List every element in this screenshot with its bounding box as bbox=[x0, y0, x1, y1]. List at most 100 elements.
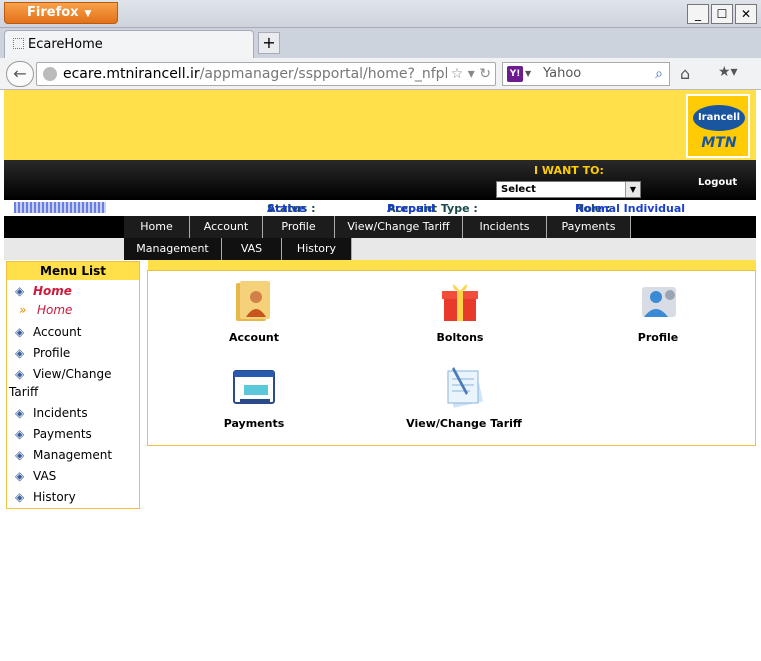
sidebar-item-profile[interactable]: ◈ Profile bbox=[15, 346, 70, 360]
url-host: ecare.mtnirancell.ir bbox=[63, 66, 200, 82]
firefox-button-label: Firefox bbox=[27, 5, 79, 20]
url-bar[interactable]: ecare.mtnirancell.ir/appmanager/sspporta… bbox=[36, 62, 496, 86]
menu-payments[interactable]: Payments bbox=[547, 216, 631, 238]
top-action-bar: I WANT TO: Select ▼ Logout bbox=[4, 160, 756, 200]
book-icon: ◈ bbox=[15, 406, 25, 420]
payment-window-icon bbox=[230, 363, 278, 411]
welcome-username bbox=[14, 202, 106, 213]
sidebar-item-view-change[interactable]: ◈ View/Change bbox=[15, 367, 111, 381]
menu-management[interactable]: Management bbox=[124, 238, 222, 260]
browser-tab[interactable]: EcareHome bbox=[4, 30, 254, 58]
book-icon: ◈ bbox=[15, 469, 25, 483]
tile-label: Boltons bbox=[436, 331, 484, 344]
url-path: /appmanager/sspportal/home?_nfpb=tru bbox=[199, 66, 486, 82]
menu-account[interactable]: Account bbox=[190, 216, 263, 238]
logo-irancell-text: Irancell bbox=[693, 105, 745, 131]
tab-title: EcareHome bbox=[28, 37, 103, 52]
reload-icon[interactable]: ↻ bbox=[479, 66, 491, 82]
sidebar-item-home[interactable]: ◈ Home bbox=[15, 284, 72, 298]
chevron-down-icon: ▼ bbox=[84, 9, 92, 19]
menu-view-change-tariff[interactable]: View/Change Tariff bbox=[335, 216, 463, 238]
sidebar-item-label: Home bbox=[37, 303, 73, 317]
tile-label: Account bbox=[228, 331, 280, 344]
book-icon: ◈ bbox=[15, 367, 25, 381]
tab-bar: EcareHome + bbox=[0, 28, 761, 58]
tile-label: Profile bbox=[637, 331, 679, 344]
tile-label: View/Change Tariff bbox=[406, 417, 522, 430]
book-icon: ◈ bbox=[15, 427, 25, 441]
book-icon: ◈ bbox=[15, 325, 25, 339]
sidebar-item-history[interactable]: ◈ History bbox=[15, 490, 76, 504]
yahoo-icon: Y! bbox=[507, 66, 523, 82]
irancell-mtn-logo: Irancell MTN bbox=[686, 94, 750, 158]
search-bar[interactable]: Y! ▼ Yahoo ⌕ bbox=[502, 62, 670, 86]
sidebar-item-label: VAS bbox=[33, 469, 57, 483]
logout-link[interactable]: Logout bbox=[698, 177, 737, 188]
services-panel: Account Boltons Profile Payments View/Ch… bbox=[147, 270, 756, 446]
select-value: Select bbox=[501, 184, 536, 195]
search-icon[interactable]: ⌕ bbox=[655, 63, 663, 85]
menu-vas[interactable]: VAS bbox=[222, 238, 282, 260]
sidebar-item-vas[interactable]: ◈ VAS bbox=[15, 469, 56, 483]
book-icon: ◈ bbox=[15, 284, 25, 298]
tile-payments[interactable]: Payments bbox=[184, 363, 324, 430]
bookmarks-icon[interactable]: ★▾ bbox=[718, 64, 738, 80]
content-top-strip bbox=[148, 260, 756, 270]
tile-view-change-tariff[interactable]: View/Change Tariff bbox=[394, 363, 534, 430]
new-tab-button[interactable]: + bbox=[258, 32, 280, 54]
star-icon[interactable]: ☆ bbox=[451, 66, 464, 82]
window-titlebar: Firefox ▼ _ ☐ ✕ bbox=[0, 0, 761, 28]
tile-profile[interactable]: Profile bbox=[588, 277, 728, 344]
role-value: Normal Individual bbox=[575, 202, 686, 215]
sidebar-item-label: Incidents bbox=[33, 406, 88, 420]
navigation-toolbar: ← ecare.mtnirancell.ir/appmanager/ssppor… bbox=[0, 58, 761, 90]
favicon-icon bbox=[13, 38, 24, 49]
menu-profile[interactable]: Profile bbox=[263, 216, 335, 238]
minimize-button[interactable]: _ bbox=[687, 4, 709, 24]
chevron-down-icon[interactable]: ▼ bbox=[525, 63, 531, 85]
book-icon: ◈ bbox=[15, 448, 25, 462]
sidebar-item-tariff[interactable]: Tariff bbox=[9, 385, 38, 399]
user-profile-icon bbox=[634, 277, 682, 325]
main-menu-row-1: Home Account Profile View/Change Tariff … bbox=[4, 216, 756, 238]
sidebar-item-label: View/Change bbox=[33, 367, 112, 381]
search-placeholder: Yahoo bbox=[543, 66, 582, 81]
sidebar-item-label: Management bbox=[33, 448, 113, 462]
sidebar-item-account[interactable]: ◈ Account bbox=[15, 325, 81, 339]
sidebar-item-incidents[interactable]: ◈ Incidents bbox=[15, 406, 88, 420]
sidebar-item-label: Payments bbox=[33, 427, 92, 441]
firefox-menu-button[interactable]: Firefox ▼ bbox=[4, 2, 118, 24]
sidebar-subitem-home[interactable]: » Home bbox=[15, 303, 72, 317]
sidebar-item-label: History bbox=[33, 490, 76, 504]
book-icon: ◈ bbox=[15, 490, 25, 504]
chevron-down-icon[interactable]: ▼ bbox=[625, 182, 640, 197]
account-info-bar: Welcome Status : Active Account Type : P… bbox=[4, 200, 756, 216]
sidebar-item-payments[interactable]: ◈ Payments bbox=[15, 427, 92, 441]
sidebar-item-label: Tariff bbox=[9, 385, 39, 399]
folder-user-icon bbox=[230, 277, 278, 325]
home-icon[interactable]: ⌂ bbox=[680, 64, 690, 83]
menu-history[interactable]: History bbox=[282, 238, 352, 260]
back-button[interactable]: ← bbox=[6, 61, 34, 87]
menu-list-title: Menu List bbox=[7, 262, 139, 280]
sidebar-item-label: Home bbox=[33, 284, 72, 298]
sidebar-item-management[interactable]: ◈ Management bbox=[15, 448, 112, 462]
i-want-to-select[interactable]: Select ▼ bbox=[496, 181, 641, 198]
header-banner: Irancell MTN bbox=[4, 90, 756, 160]
i-want-to-label: I WANT TO: bbox=[534, 164, 604, 177]
book-icon: ◈ bbox=[15, 346, 25, 360]
account-type-value: Prepaid bbox=[387, 202, 435, 215]
logo-mtn-text: MTN bbox=[701, 135, 737, 151]
dropdown-icon[interactable]: ▾ bbox=[468, 66, 475, 82]
close-button[interactable]: ✕ bbox=[735, 4, 757, 24]
tile-boltons[interactable]: Boltons bbox=[390, 277, 530, 344]
menu-incidents[interactable]: Incidents bbox=[463, 216, 547, 238]
web-page: Irancell MTN I WANT TO: Select ▼ Logout … bbox=[4, 90, 756, 658]
tile-account[interactable]: Account bbox=[184, 277, 324, 344]
sidebar-item-label: Account bbox=[33, 325, 82, 339]
menu-home[interactable]: Home bbox=[124, 216, 190, 238]
status-value: Active bbox=[267, 202, 306, 215]
menu-list-sidebar: Menu List ◈ Home » Home ◈ Account ◈ Profile … bbox=[6, 261, 140, 509]
maximize-button[interactable]: ☐ bbox=[711, 4, 733, 24]
gift-icon bbox=[436, 277, 484, 325]
